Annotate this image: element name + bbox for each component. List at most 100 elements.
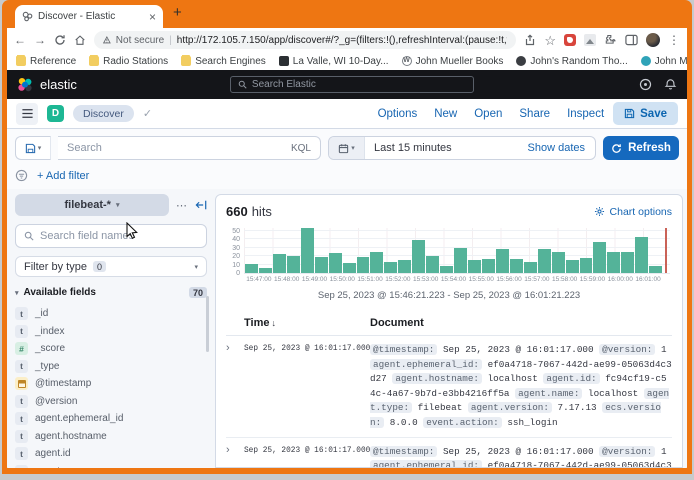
calendar-menu-button[interactable]: ▾ [329, 137, 365, 159]
sort-desc-icon[interactable]: ↓ [271, 318, 276, 328]
histogram-bar[interactable] [607, 252, 620, 273]
field-item[interactable]: #_score [15, 340, 207, 358]
available-fields-header[interactable]: ▾ Available fields 70 [15, 287, 207, 298]
filter-sets-icon[interactable] [15, 169, 28, 182]
new-tab-button[interactable]: + [173, 4, 182, 21]
histogram-bar[interactable] [635, 237, 648, 273]
document-column-header[interactable]: Document [370, 317, 424, 329]
action-new[interactable]: New [434, 108, 457, 120]
menu-kebab-icon[interactable]: ⋮ [668, 34, 680, 46]
bookmark-item[interactable]: WJohn Mueller Books [402, 56, 504, 67]
extension-gray-icon[interactable] [584, 34, 596, 46]
action-share[interactable]: Share [519, 108, 550, 120]
time-column-header[interactable]: Time↓ [244, 317, 370, 329]
kql-search-input[interactable]: Search KQL [58, 136, 321, 160]
histogram-bar[interactable] [496, 249, 509, 273]
histogram-bar[interactable] [566, 260, 579, 273]
breadcrumb-discover[interactable]: Discover [73, 105, 134, 122]
histogram-bar[interactable] [273, 254, 286, 273]
action-open[interactable]: Open [474, 108, 502, 120]
expand-row-icon[interactable]: › [226, 445, 244, 456]
histogram-bar[interactable] [398, 260, 411, 273]
histogram-bar[interactable] [454, 248, 467, 273]
address-bar[interactable]: Not secure | http://172.105.7.150/app/di… [94, 31, 516, 49]
refresh-button[interactable]: Refresh [603, 136, 679, 160]
side-panel-icon[interactable] [625, 34, 638, 46]
bookmark-item[interactable]: John Mueller Books... [641, 56, 687, 67]
histogram-bar[interactable] [329, 253, 342, 273]
chart-options-button[interactable]: Chart options [594, 206, 672, 218]
index-pattern-select[interactable]: filebeat-* ▾ [15, 194, 169, 216]
bookmark-item[interactable]: John's Random Tho... [516, 56, 627, 67]
histogram-bar[interactable] [621, 252, 634, 273]
histogram-bar[interactable] [287, 256, 300, 273]
field-item[interactable]: t_index [15, 323, 207, 341]
histogram-bar[interactable] [426, 256, 439, 273]
extension-red-icon[interactable] [564, 34, 576, 46]
histogram-bar[interactable] [552, 252, 565, 273]
histogram-bar[interactable] [510, 259, 523, 273]
back-icon[interactable]: ← [14, 34, 26, 46]
bookmark-star-icon[interactable]: ☆ [544, 34, 556, 47]
bookmark-item[interactable]: Reference [16, 56, 76, 67]
bookmark-item[interactable]: Radio Stations [89, 56, 168, 67]
histogram-bar[interactable] [593, 242, 606, 273]
field-item[interactable]: tagent.name [15, 463, 207, 469]
index-options-icon[interactable]: ⋯ [176, 199, 188, 212]
space-badge[interactable]: D [47, 105, 64, 122]
histogram-bar[interactable] [440, 266, 453, 273]
field-search-input[interactable]: Search field names [15, 224, 207, 248]
field-item[interactable]: @timestamp [15, 375, 207, 393]
reload-icon[interactable] [54, 34, 66, 46]
sidebar-scrollbar[interactable] [206, 296, 209, 352]
histogram-plot-area[interactable] [244, 228, 670, 274]
time-range-value[interactable]: Last 15 minutes [365, 142, 461, 154]
nav-menu-icon[interactable] [16, 103, 38, 125]
histogram-bar[interactable] [468, 260, 481, 273]
add-filter-button[interactable]: + Add filter [37, 170, 89, 182]
time-range-picker[interactable]: ▾ Last 15 minutes Show dates [328, 136, 596, 160]
field-item[interactable]: t_type [15, 358, 207, 376]
save-button[interactable]: Save [613, 102, 678, 125]
histogram-bar[interactable] [357, 257, 370, 273]
field-item[interactable]: tagent.hostname [15, 428, 207, 446]
action-options[interactable]: Options [378, 108, 418, 120]
histogram-bar[interactable] [301, 228, 314, 273]
table-row[interactable]: ›Sep 25, 2023 @ 16:01:17.000@timestamp: … [226, 438, 672, 468]
forward-icon[interactable]: → [34, 34, 46, 46]
profile-avatar[interactable] [646, 33, 660, 47]
extensions-puzzle-icon[interactable] [604, 34, 617, 47]
histogram-bar[interactable] [343, 263, 356, 273]
field-item[interactable]: tagent.ephemeral_id [15, 410, 207, 428]
collapse-sidebar-icon[interactable] [195, 199, 207, 211]
histogram-bar[interactable] [482, 259, 495, 273]
histogram-bar[interactable] [245, 264, 258, 273]
home-icon[interactable] [74, 34, 86, 46]
field-item[interactable]: t_id [15, 305, 207, 323]
table-row[interactable]: ›Sep 25, 2023 @ 16:01:17.000@timestamp: … [226, 336, 672, 438]
field-item[interactable]: t@version [15, 393, 207, 411]
histogram-bar[interactable] [384, 262, 397, 273]
filter-by-type-select[interactable]: Filter by type 0 ▾ [15, 256, 207, 277]
histogram-bar[interactable] [649, 266, 662, 273]
show-dates-button[interactable]: Show dates [518, 142, 595, 154]
browser-tab[interactable]: Discover - Elastic × [15, 5, 163, 28]
kql-label[interactable]: KQL [291, 143, 311, 154]
share-icon[interactable] [524, 34, 536, 46]
help-icon[interactable] [639, 78, 652, 91]
histogram-bar[interactable] [259, 268, 272, 273]
expand-row-icon[interactable]: › [226, 343, 244, 354]
field-item[interactable]: tagent.id [15, 445, 207, 463]
tab-close-icon[interactable]: × [149, 11, 156, 23]
histogram-bar[interactable] [538, 249, 551, 273]
bookmark-item[interactable]: Search Engines [181, 56, 266, 67]
action-inspect[interactable]: Inspect [567, 108, 604, 120]
histogram-bar[interactable] [315, 257, 328, 273]
bookmark-item[interactable]: La Valle, WI 10-Day... [279, 56, 389, 67]
histogram-bar[interactable] [412, 240, 425, 273]
global-search-input[interactable]: Search Elastic [230, 76, 474, 93]
histogram-bar[interactable] [370, 252, 383, 273]
notifications-bell-icon[interactable] [664, 78, 677, 91]
histogram-bar[interactable] [524, 262, 537, 273]
histogram-bar[interactable] [580, 258, 593, 273]
